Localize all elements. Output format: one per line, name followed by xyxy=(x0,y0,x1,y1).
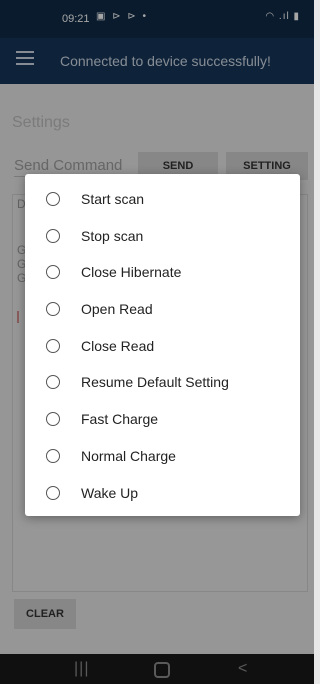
radio-icon[interactable] xyxy=(46,265,60,279)
option-label: Open Read xyxy=(81,301,153,317)
radio-icon[interactable] xyxy=(46,412,60,426)
option-label: Fast Charge xyxy=(81,411,159,427)
option-stop-scan[interactable]: Stop scan xyxy=(25,219,300,255)
radio-icon[interactable] xyxy=(46,302,60,316)
option-start-scan[interactable]: Start scan xyxy=(25,182,300,218)
option-label: Normal Charge xyxy=(81,448,176,464)
option-label: Stop scan xyxy=(81,228,144,244)
option-label: Close Hibernate xyxy=(81,264,182,280)
radio-icon[interactable] xyxy=(46,192,60,206)
radio-icon[interactable] xyxy=(46,229,60,243)
option-close-hibernate[interactable]: Close Hibernate xyxy=(25,255,300,291)
radio-icon[interactable] xyxy=(46,486,60,500)
option-label: Resume Default Setting xyxy=(81,374,229,390)
option-normal-charge[interactable]: Normal Charge xyxy=(25,439,300,475)
option-wake-up[interactable]: Wake Up xyxy=(25,476,300,512)
command-dialog: Start scan Stop scan Close Hibernate Ope… xyxy=(25,174,300,516)
radio-icon[interactable] xyxy=(46,339,60,353)
radio-icon[interactable] xyxy=(46,375,60,389)
option-label: Start scan xyxy=(81,191,145,207)
option-close-read[interactable]: Close Read xyxy=(25,329,300,365)
option-fast-charge[interactable]: Fast Charge xyxy=(25,402,300,438)
option-label: Wake Up xyxy=(81,485,139,501)
option-label: Close Read xyxy=(81,338,155,354)
option-resume-default-setting[interactable]: Resume Default Setting xyxy=(25,365,300,401)
option-open-read[interactable]: Open Read xyxy=(25,292,300,328)
radio-icon[interactable] xyxy=(46,449,60,463)
